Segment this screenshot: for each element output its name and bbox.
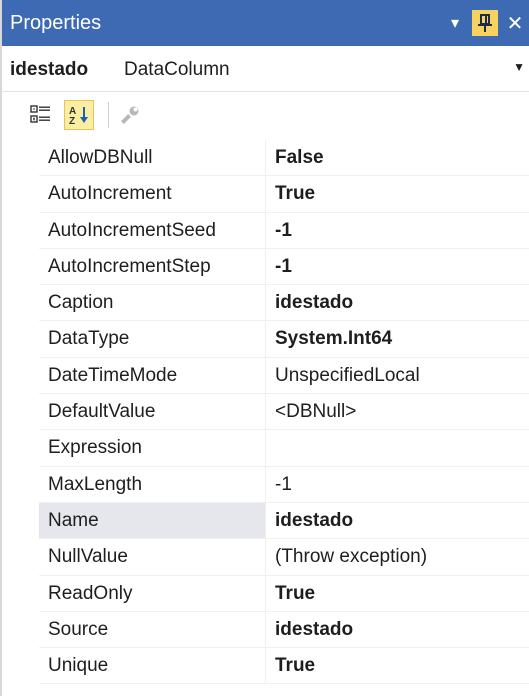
- object-type: DataColumn: [124, 59, 230, 80]
- property-value[interactable]: True: [266, 576, 529, 612]
- property-name: Name: [39, 502, 266, 540]
- property-value[interactable]: (Throw exception): [266, 539, 529, 576]
- property-row[interactable]: DataType System.Int64: [2, 321, 529, 358]
- object-name: idestado: [10, 59, 89, 80]
- property-name: Caption: [39, 285, 266, 322]
- property-name: DefaultValue: [39, 394, 266, 431]
- title-bar: Properties ▾ ✕: [2, 0, 529, 46]
- property-row[interactable]: DateTimeMode UnspecifiedLocal: [2, 357, 529, 395]
- toolbar-separator: [108, 102, 109, 128]
- row-gutter: [2, 357, 39, 395]
- property-row[interactable]: Unique True: [2, 648, 529, 685]
- property-row[interactable]: DefaultValue <DBNull>: [2, 394, 529, 431]
- property-row[interactable]: AutoIncrement True: [2, 176, 529, 213]
- property-value[interactable]: True: [266, 176, 529, 213]
- panel-title: Properties: [10, 12, 102, 34]
- row-gutter: [2, 285, 39, 322]
- row-gutter: [2, 648, 39, 685]
- property-value[interactable]: idestado: [266, 285, 529, 322]
- categorized-button[interactable]: [26, 100, 56, 130]
- property-name: AutoIncrement: [39, 176, 266, 213]
- property-name: Expression: [39, 430, 266, 467]
- alphabetical-button[interactable]: A Z: [64, 100, 94, 130]
- row-gutter: [2, 502, 39, 540]
- property-name: AllowDBNull: [39, 140, 266, 177]
- row-gutter: [2, 575, 39, 612]
- row-gutter: [2, 321, 39, 358]
- categorized-icon: [30, 105, 50, 123]
- property-value[interactable]: System.Int64: [266, 321, 529, 358]
- property-name: AutoIncrementSeed: [39, 212, 266, 249]
- property-value[interactable]: True: [266, 648, 529, 685]
- property-value[interactable]: -1: [266, 213, 529, 249]
- svg-text:Z: Z: [69, 116, 75, 126]
- window-position-dropdown-icon[interactable]: ▾: [441, 8, 469, 38]
- property-row[interactable]: AutoIncrementStep -1: [2, 248, 529, 286]
- property-name: MaxLength: [39, 466, 266, 503]
- property-name: DateTimeMode: [39, 357, 266, 395]
- row-gutter: [2, 539, 39, 576]
- properties-panel: Properties ▾ ✕ idestado DataColumn ▼ A Z…: [0, 0, 529, 696]
- row-gutter: [2, 248, 39, 286]
- row-gutter: [2, 140, 39, 177]
- property-grid: AllowDBNull False AutoIncrement True Aut…: [2, 140, 529, 685]
- property-row[interactable]: Source idestado: [2, 611, 529, 649]
- property-name: DataType: [39, 321, 266, 358]
- chevron-down-icon[interactable]: ▼: [513, 60, 525, 74]
- object-selector[interactable]: idestado DataColumn ▼: [2, 46, 529, 92]
- property-value[interactable]: [266, 430, 529, 467]
- property-row[interactable]: Expression: [2, 430, 529, 467]
- row-gutter: [2, 466, 39, 503]
- property-value[interactable]: <DBNull>: [266, 394, 529, 431]
- wrench-icon: [121, 106, 139, 124]
- title-buttons: ▾ ✕: [441, 0, 529, 46]
- row-gutter: [2, 611, 39, 649]
- property-value[interactable]: idestado: [266, 503, 529, 540]
- property-name: NullValue: [39, 539, 266, 576]
- property-name: Source: [39, 611, 266, 649]
- property-row[interactable]: Caption idestado: [2, 285, 529, 322]
- property-value[interactable]: UnspecifiedLocal: [266, 358, 529, 395]
- close-icon[interactable]: ✕: [501, 8, 529, 38]
- property-row[interactable]: AllowDBNull False: [2, 140, 529, 177]
- alphabetical-icon: A Z: [69, 106, 88, 126]
- row-gutter: [2, 394, 39, 431]
- property-name: Unique: [39, 648, 266, 685]
- auto-hide-pin-icon[interactable]: [472, 10, 498, 36]
- property-value[interactable]: -1: [266, 467, 529, 503]
- property-row[interactable]: MaxLength -1: [2, 466, 529, 503]
- property-name: AutoIncrementStep: [39, 248, 266, 286]
- row-gutter: [2, 212, 39, 249]
- property-value[interactable]: False: [266, 140, 529, 177]
- property-value[interactable]: -1: [266, 249, 529, 286]
- property-row-selected[interactable]: Name idestado: [2, 502, 529, 540]
- property-name: ReadOnly: [39, 575, 266, 612]
- property-row[interactable]: NullValue (Throw exception): [2, 539, 529, 576]
- property-pages-button[interactable]: [116, 100, 146, 130]
- row-gutter: [2, 176, 39, 213]
- properties-toolbar: A Z: [2, 92, 529, 138]
- row-gutter: [2, 430, 39, 467]
- property-row[interactable]: AutoIncrementSeed -1: [2, 212, 529, 249]
- property-row[interactable]: ReadOnly True: [2, 575, 529, 612]
- pin-icon: [478, 14, 492, 32]
- property-value[interactable]: idestado: [266, 612, 529, 649]
